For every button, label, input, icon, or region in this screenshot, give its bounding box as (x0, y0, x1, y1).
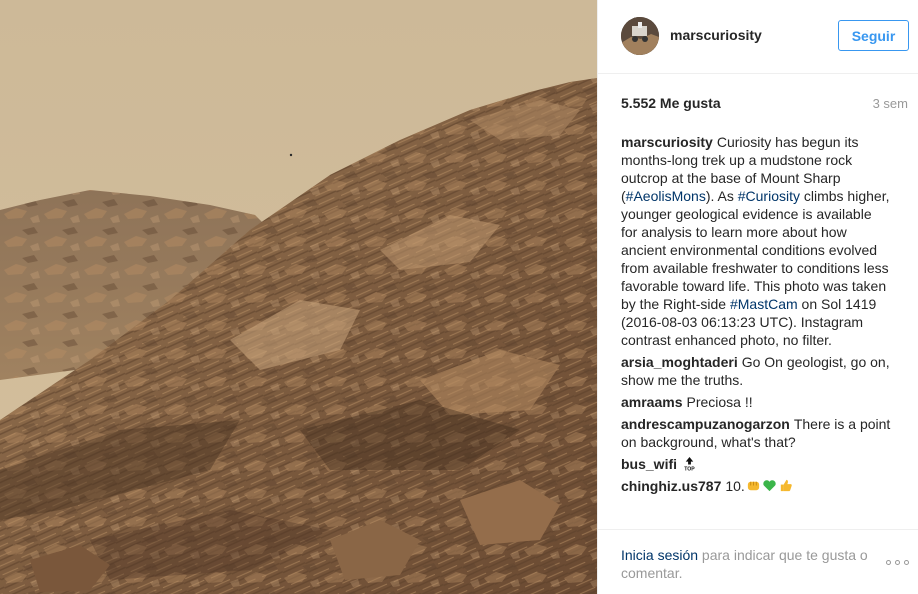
comment-username[interactable]: chinghiz.us787 (621, 478, 721, 494)
likes-count[interactable]: 5.552 Me gusta (621, 95, 721, 111)
login-prompt: Inicia sesión para indicar que te gusta … (621, 546, 881, 582)
list-item: bus_wifi TOP (621, 455, 891, 473)
list-item: chinghiz.us787 10. (621, 477, 891, 495)
caption-username[interactable]: marscuriosity (621, 134, 713, 150)
post-photo[interactable] (0, 0, 597, 594)
mars-landscape-image (0, 0, 597, 594)
follow-button[interactable]: Seguir (838, 20, 909, 51)
comments-list: marscuriosity Curiosity has begun its mon… (621, 133, 891, 499)
comment-username[interactable]: bus_wifi (621, 456, 677, 472)
thumbs-up-emoji-icon (780, 479, 792, 492)
hashtag-curiosity[interactable]: #Curiosity (738, 188, 800, 204)
header-username[interactable]: marscuriosity (670, 27, 762, 43)
post-time-ago[interactable]: 3 sem (873, 96, 908, 111)
comment-username[interactable]: amraams (621, 394, 683, 410)
list-item: andrescampuzanogarzon There is a point on… (621, 415, 891, 451)
post-footer: Inicia sesión para indicar que te gusta … (598, 529, 918, 594)
comment-username[interactable]: arsia_moghtaderi (621, 354, 738, 370)
list-item: arsia_moghtaderi Go On geologist, go on, … (621, 353, 891, 389)
more-options-icon[interactable] (886, 560, 909, 565)
green-heart-emoji-icon (763, 480, 776, 492)
comment-text: 10. (725, 478, 745, 494)
fist-emoji-icon (747, 481, 759, 491)
post-details-panel: marscuriosity Seguir 5.552 Me gusta 3 se… (597, 0, 918, 594)
svg-text:TOP: TOP (684, 467, 695, 471)
caption: marscuriosity Curiosity has begun its mon… (621, 133, 891, 349)
post-header: marscuriosity Seguir (598, 0, 918, 74)
top-arrow-icon: TOP (684, 456, 695, 471)
avatar-image (621, 17, 659, 55)
hashtag-mastcam[interactable]: #MastCam (730, 296, 798, 312)
comment-text: Preciosa !! (686, 394, 753, 410)
comment-username[interactable]: andrescampuzanogarzon (621, 416, 790, 432)
caption-text-3: climbs higher, younger geological eviden… (621, 188, 890, 312)
login-link[interactable]: Inicia sesión (621, 547, 698, 563)
avatar[interactable] (621, 17, 659, 55)
hashtag-aeolismons[interactable]: #AeolisMons (626, 188, 706, 204)
list-item: amraams Preciosa !! (621, 393, 891, 411)
caption-text-2: ). As (705, 188, 738, 204)
